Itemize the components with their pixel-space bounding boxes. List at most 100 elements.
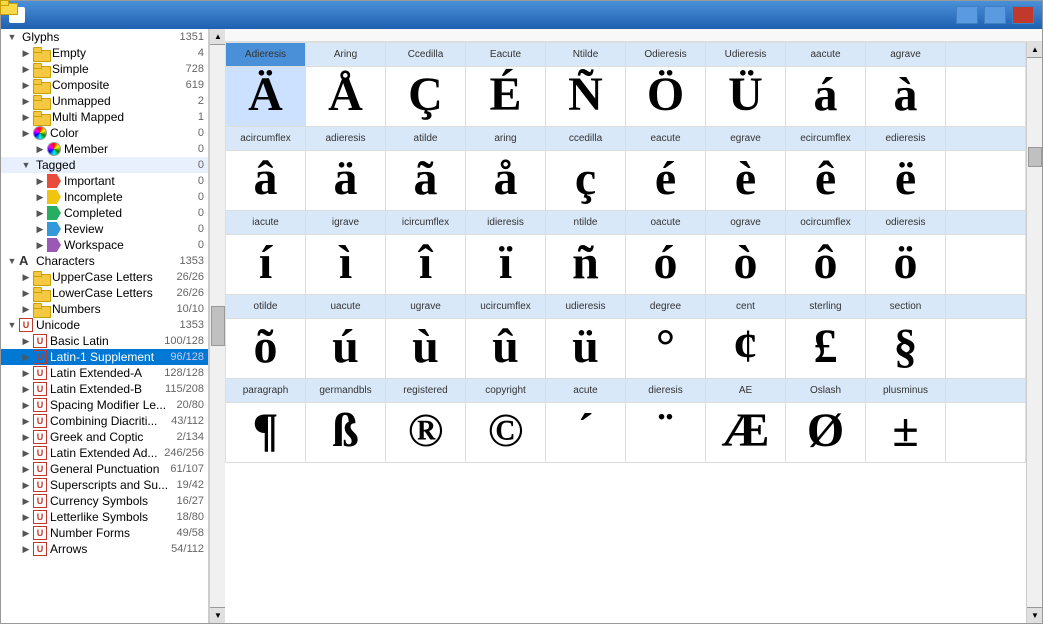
expand-icon[interactable]: ▶ <box>19 448 33 459</box>
glyph-cell[interactable]: ± <box>866 403 946 463</box>
tree-item-completed[interactable]: ▶Completed0 <box>1 205 208 221</box>
glyph-cell[interactable]: ï <box>466 235 546 295</box>
tree-item-genpunct[interactable]: ▶UGeneral Punctuation61/107 <box>1 461 208 477</box>
right-scroll-up[interactable]: ▲ <box>1027 42 1042 58</box>
tree-item-composite[interactable]: ▶Composite619 <box>1 77 208 93</box>
tree-item-empty[interactable]: ▶Empty4 <box>1 45 208 61</box>
glyph-cell[interactable]: ¶ <box>226 403 306 463</box>
glyph-cell[interactable]: ò <box>706 235 786 295</box>
tree-item-currencysym[interactable]: ▶UCurrency Symbols16/27 <box>1 493 208 509</box>
glyph-cell[interactable]: ¢ <box>706 319 786 379</box>
glyph-cell[interactable]: © <box>466 403 546 463</box>
glyph-cell[interactable]: Ç <box>386 67 466 127</box>
tree-item-superscripts[interactable]: ▶USuperscripts and Su...19/42 <box>1 477 208 493</box>
glyph-cell[interactable]: é <box>626 151 706 211</box>
expand-icon[interactable]: ▶ <box>19 336 33 347</box>
maximize-button[interactable] <box>984 6 1006 24</box>
expand-icon[interactable]: ▶ <box>33 208 47 219</box>
expand-icon[interactable]: ▶ <box>19 384 33 395</box>
tree-item-incomplete[interactable]: ▶Incomplete0 <box>1 189 208 205</box>
tree-item-numberforms[interactable]: ▶UNumber Forms49/58 <box>1 525 208 541</box>
tree-item-simple[interactable]: ▶Simple728 <box>1 61 208 77</box>
glyph-cell[interactable]: ç <box>546 151 626 211</box>
glyph-cell[interactable]: ¨ <box>626 403 706 463</box>
tree-item-characters[interactable]: ▼ACharacters1353 <box>1 253 208 269</box>
expand-icon[interactable]: ▶ <box>19 368 33 379</box>
minimize-button[interactable] <box>956 6 978 24</box>
glyph-cell[interactable]: ö <box>866 235 946 295</box>
glyph-cell[interactable]: ù <box>386 319 466 379</box>
glyph-cell[interactable]: Æ <box>706 403 786 463</box>
right-scroll-down[interactable]: ▼ <box>1027 607 1042 623</box>
tree-item-greekcoptic[interactable]: ▶UGreek and Coptic2/134 <box>1 429 208 445</box>
tree-item-tagged[interactable]: ▼Tagged0 <box>1 157 208 173</box>
glyph-cell[interactable]: ´ <box>546 403 626 463</box>
glyph-cell[interactable]: Ö <box>626 67 706 127</box>
tree-item-latinexta[interactable]: ▶ULatin Extended-A128/128 <box>1 365 208 381</box>
glyph-cell[interactable]: ó <box>626 235 706 295</box>
glyph-cell[interactable]: £ <box>786 319 866 379</box>
glyph-cell[interactable]: û <box>466 319 546 379</box>
glyph-cell[interactable]: Ü <box>706 67 786 127</box>
expand-icon[interactable]: ▼ <box>19 160 33 170</box>
expand-icon[interactable]: ▶ <box>19 96 33 107</box>
tree-item-lowercase[interactable]: ▶LowerCase Letters26/26 <box>1 285 208 301</box>
glyph-cell[interactable]: á <box>786 67 866 127</box>
glyph-cell[interactable]: ô <box>786 235 866 295</box>
scroll-up-button[interactable]: ▲ <box>210 29 226 45</box>
tree-item-important[interactable]: ▶Important0 <box>1 173 208 189</box>
expand-icon[interactable]: ▶ <box>33 144 47 155</box>
tree-item-color[interactable]: ▶Color0 <box>1 125 208 141</box>
glyph-cell[interactable]: Ñ <box>546 67 626 127</box>
glyph-cell[interactable]: ñ <box>546 235 626 295</box>
tree-item-spacingmod[interactable]: ▶USpacing Modifier Le...20/80 <box>1 397 208 413</box>
tree-item-glyphs[interactable]: ▼Glyphs1351 <box>1 29 208 45</box>
expand-icon[interactable]: ▶ <box>19 528 33 539</box>
expand-icon[interactable]: ▶ <box>19 464 33 475</box>
tree-item-review[interactable]: ▶Review0 <box>1 221 208 237</box>
tree-item-unicode[interactable]: ▼UUnicode1353 <box>1 317 208 333</box>
tree-item-uppercase[interactable]: ▶UpperCase Letters26/26 <box>1 269 208 285</box>
expand-icon[interactable]: ▼ <box>5 256 19 266</box>
glyph-cell[interactable]: õ <box>226 319 306 379</box>
expand-icon[interactable]: ▶ <box>19 432 33 443</box>
tree-item-multimapped[interactable]: ▶Multi Mapped1 <box>1 109 208 125</box>
tree-item-unmapped[interactable]: ▶Unmapped2 <box>1 93 208 109</box>
expand-icon[interactable]: ▶ <box>19 512 33 523</box>
glyph-cell[interactable]: ® <box>386 403 466 463</box>
expand-icon[interactable]: ▶ <box>19 112 33 123</box>
tree-item-latin1supp[interactable]: ▶ULatin-1 Supplement96/128 <box>1 349 208 365</box>
expand-icon[interactable]: ▼ <box>5 32 19 42</box>
tree-item-latinextadd[interactable]: ▶ULatin Extended Ad...246/256 <box>1 445 208 461</box>
glyph-cell[interactable]: ë <box>866 151 946 211</box>
expand-icon[interactable]: ▶ <box>19 400 33 411</box>
glyph-cell[interactable]: Å <box>306 67 386 127</box>
glyph-cell[interactable]: ß <box>306 403 386 463</box>
glyph-cell[interactable]: § <box>866 319 946 379</box>
scroll-down-button[interactable]: ▼ <box>210 607 226 623</box>
glyph-cell[interactable]: ° <box>626 319 706 379</box>
tree-item-basiclatin[interactable]: ▶UBasic Latin100/128 <box>1 333 208 349</box>
glyph-cell[interactable]: ã <box>386 151 466 211</box>
tree-item-combiningdia[interactable]: ▶UCombining Diacriti...43/112 <box>1 413 208 429</box>
expand-icon[interactable]: ▶ <box>19 128 33 139</box>
expand-icon[interactable]: ▶ <box>33 240 47 251</box>
glyph-cell[interactable]: â <box>226 151 306 211</box>
tree-item-latinextb[interactable]: ▶ULatin Extended-B115/208 <box>1 381 208 397</box>
left-scrollbar[interactable]: ▲ ▼ <box>209 29 225 623</box>
close-button[interactable] <box>1012 6 1034 24</box>
glyph-cell[interactable]: ê <box>786 151 866 211</box>
expand-icon[interactable]: ▶ <box>19 80 33 91</box>
glyph-cell[interactable]: î <box>386 235 466 295</box>
expand-icon[interactable]: ▶ <box>19 272 33 283</box>
expand-icon[interactable]: ▶ <box>19 496 33 507</box>
scroll-thumb[interactable] <box>211 306 225 346</box>
glyph-cell[interactable]: è <box>706 151 786 211</box>
glyph-cell[interactable]: à <box>866 67 946 127</box>
expand-icon[interactable]: ▶ <box>19 416 33 427</box>
tree-item-member[interactable]: ▶Member0 <box>1 141 208 157</box>
glyph-grid-container[interactable]: AdieresisAringCcedillaEacuteNtildeOdiere… <box>225 42 1026 623</box>
glyph-cell[interactable]: É <box>466 67 546 127</box>
glyph-cell[interactable]: ú <box>306 319 386 379</box>
right-scroll-thumb[interactable] <box>1028 147 1042 167</box>
